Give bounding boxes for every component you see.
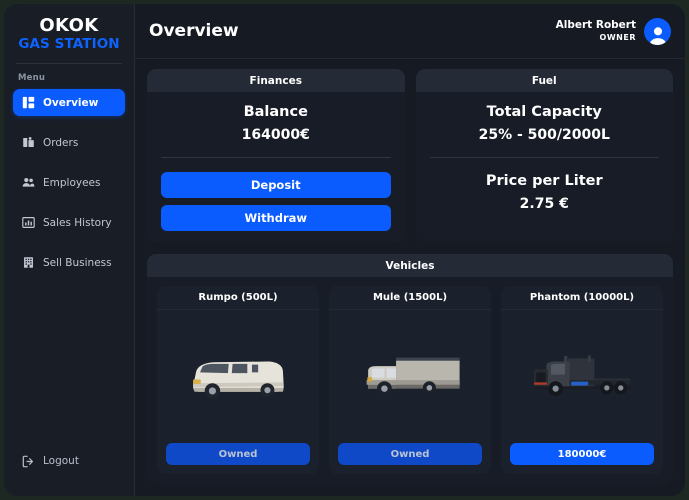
- vehicle-action-wrap: Owned: [157, 443, 319, 474]
- vehicle-name: Phantom (10000L): [501, 286, 663, 310]
- finances-panel-title: Finances: [147, 69, 405, 92]
- vehicle-action-button[interactable]: Owned: [166, 443, 310, 465]
- vehicles-panel: Vehicles Rumpo (500L) Owned Mule (1500L)…: [147, 254, 673, 484]
- price-per-liter-value: 2.75 €: [519, 196, 569, 212]
- fuel-panel-title: Fuel: [415, 69, 673, 92]
- dashboard-grid-icon: [22, 96, 35, 109]
- sidebar-item-label: Sell Business: [43, 256, 112, 269]
- vehicle-image: [157, 310, 319, 443]
- vehicle-name: Mule (1500L): [329, 286, 491, 310]
- page-title: Overview: [149, 21, 239, 41]
- content-area: Finances Balance 164000€ Deposit Withdra…: [135, 59, 685, 496]
- bar-chart-icon: [22, 216, 35, 229]
- deposit-button[interactable]: Deposit: [161, 172, 391, 198]
- fuel-divider: [429, 157, 659, 158]
- sidebar-item-label: Overview: [43, 96, 99, 109]
- building-icon: [22, 256, 35, 269]
- main-content: Overview Albert Robert OWNER Finances Ba…: [135, 4, 685, 496]
- avatar[interactable]: [644, 17, 671, 45]
- total-capacity-value: 25% - 500/2000L: [478, 127, 610, 143]
- sidebar-item-orders[interactable]: Orders: [13, 129, 125, 156]
- vehicle-name: Rumpo (500L): [157, 286, 319, 310]
- box-truck-image: [366, 357, 460, 396]
- logout-icon: [22, 455, 35, 468]
- vehicle-action-button[interactable]: Owned: [338, 443, 482, 465]
- sidebar-item-employees[interactable]: Employees: [13, 169, 125, 196]
- vehicle-card-rumpo[interactable]: Rumpo (500L) Owned: [157, 286, 319, 474]
- logout-button[interactable]: Logout: [4, 448, 134, 474]
- brand-name-primary: OKOK: [39, 15, 99, 36]
- withdraw-button[interactable]: Withdraw: [161, 205, 391, 231]
- finances-panel-body: Balance 164000€ Deposit Withdraw: [147, 92, 405, 243]
- vehicle-image: [501, 310, 663, 443]
- user-info: Albert Robert OWNER: [556, 19, 636, 42]
- sidebar-item-label: Employees: [43, 176, 101, 189]
- user-name: Albert Robert: [555, 19, 636, 32]
- app-window: OKOK GAS STATION Menu Overview Orders Em…: [4, 4, 685, 496]
- people-icon: [22, 176, 35, 189]
- orders-clipboard-icon: [22, 136, 35, 149]
- balance-label: Balance: [243, 104, 308, 120]
- top-bar: Overview Albert Robert OWNER: [135, 4, 685, 59]
- sidebar-item-overview[interactable]: Overview: [13, 89, 125, 117]
- semi-truck-image: [533, 354, 632, 396]
- brand-logo: OKOK GAS STATION: [4, 14, 134, 62]
- sidebar-menu-label: Menu: [18, 73, 46, 84]
- vehicle-action-wrap: Owned: [329, 443, 491, 474]
- stats-row: Finances Balance 164000€ Deposit Withdra…: [147, 69, 673, 243]
- user-profile[interactable]: Albert Robert OWNER: [556, 17, 671, 45]
- vehicles-grid: Rumpo (500L) Owned Mule (1500L) Owned Ph…: [147, 277, 673, 484]
- brand-name-secondary: GAS STATION: [18, 35, 120, 52]
- sidebar: OKOK GAS STATION Menu Overview Orders Em…: [4, 4, 135, 496]
- price-per-liter-label: Price per Liter: [485, 173, 603, 189]
- vehicle-card-phantom[interactable]: Phantom (10000L) 180000€: [501, 286, 663, 474]
- finances-actions: Deposit Withdraw: [161, 172, 391, 231]
- sidebar-item-label: Sales History: [43, 216, 112, 229]
- sidebar-item-label: Orders: [43, 136, 79, 149]
- finances-divider: [161, 157, 391, 158]
- user-avatar-icon: [648, 26, 667, 45]
- vehicle-image: [329, 310, 491, 443]
- total-capacity-label: Total Capacity: [486, 104, 602, 120]
- sidebar-item-sell-business[interactable]: Sell Business: [13, 249, 125, 276]
- logout-label: Logout: [43, 455, 79, 467]
- vehicles-panel-title: Vehicles: [147, 254, 673, 277]
- vehicle-action-button[interactable]: 180000€: [510, 443, 654, 465]
- user-role-badge: OWNER: [599, 32, 636, 42]
- white-van-image: [193, 361, 284, 399]
- balance-value: 164000€: [241, 127, 310, 143]
- sidebar-item-sales-history[interactable]: Sales History: [13, 209, 125, 236]
- finances-panel: Finances Balance 164000€ Deposit Withdra…: [147, 69, 405, 243]
- sidebar-nav: Overview Orders Employees Sales History: [4, 89, 134, 287]
- vehicle-card-mule[interactable]: Mule (1500L) Owned: [329, 286, 491, 474]
- fuel-panel-body: Total Capacity 25% - 500/2000L Price per…: [416, 92, 674, 243]
- vehicle-action-wrap: 180000€: [501, 443, 663, 474]
- fuel-panel: Fuel Total Capacity 25% - 500/2000L Pric…: [415, 69, 674, 243]
